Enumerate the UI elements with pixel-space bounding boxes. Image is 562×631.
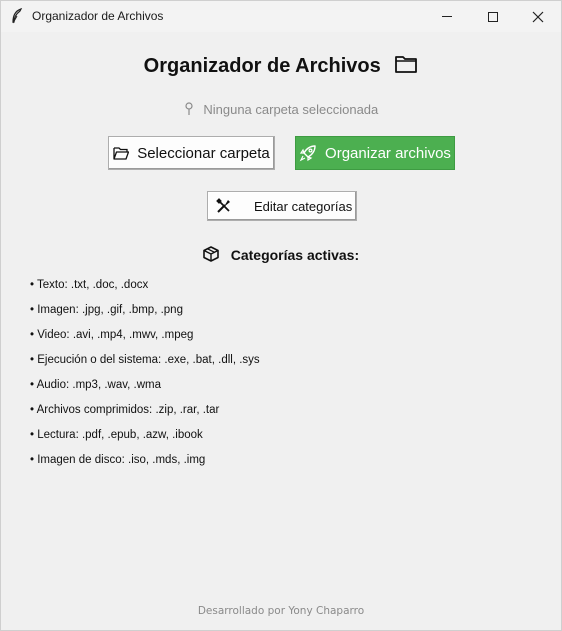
category-item: • Texto: .txt, .doc, .docx	[30, 279, 149, 291]
minimize-button[interactable]	[424, 1, 470, 32]
category-item: • Imagen de disco: .iso, .mds, .img	[30, 454, 206, 466]
page-title-text: Organizador de Archivos	[143, 55, 381, 77]
folder-status: Ninguna carpeta seleccionada	[1, 102, 561, 119]
categories-heading-text: Categorías activas:	[230, 247, 360, 263]
folder-status-text: Ninguna carpeta seleccionada	[203, 102, 379, 117]
close-icon	[532, 11, 544, 22]
categories-heading: Categorías activas:	[1, 246, 561, 265]
category-item: • Archivos comprimidos: .zip, .rar, .tar	[30, 404, 220, 416]
select-folder-button[interactable]: Seleccionar carpeta	[108, 136, 275, 170]
feather-icon	[11, 7, 25, 24]
category-item: • Lectura: .pdf, .epub, .azw, .ibook	[30, 429, 203, 441]
folder-icon	[394, 54, 418, 80]
select-folder-label: Seleccionar carpeta	[137, 144, 270, 162]
pin-icon	[184, 102, 194, 119]
package-icon	[203, 246, 219, 265]
page-title: Organizador de Archivos	[1, 54, 561, 80]
developer-credit: Desarrollado por Yony Chaparro	[197, 605, 365, 617]
category-item: • Ejecución o del sistema: .exe, .bat, .…	[30, 354, 260, 366]
maximize-icon	[488, 11, 498, 22]
minimize-icon	[442, 16, 452, 17]
category-item: • Audio: .mp3, .wav, .wma	[30, 379, 162, 391]
app-window: Organizador de Archivos Organizador de A…	[0, 0, 562, 631]
edit-categories-label: Editar categorías	[254, 198, 353, 214]
category-item: • Video: .avi, .mp4, .mwv, .mpeg	[30, 329, 194, 341]
window-title: Organizador de Archivos	[32, 9, 164, 23]
title-bar[interactable]: Organizador de Archivos	[1, 1, 561, 32]
edit-categories-button[interactable]: Editar categorías	[207, 191, 357, 221]
rocket-icon	[299, 144, 317, 162]
organize-files-label: Organizar archivos	[325, 144, 451, 162]
main-content: Organizador de Archivos Ninguna carpeta …	[1, 32, 561, 630]
category-list: • Texto: .txt, .doc, .docx • Imagen: .jp…	[30, 277, 260, 477]
close-button[interactable]	[515, 1, 561, 32]
category-item: • Imagen: .jpg, .gif, .bmp, .png	[30, 304, 183, 316]
maximize-button[interactable]	[470, 1, 516, 32]
tools-icon	[216, 198, 232, 214]
open-folder-icon	[113, 146, 130, 160]
organize-files-button[interactable]: Organizar archivos	[295, 136, 455, 170]
